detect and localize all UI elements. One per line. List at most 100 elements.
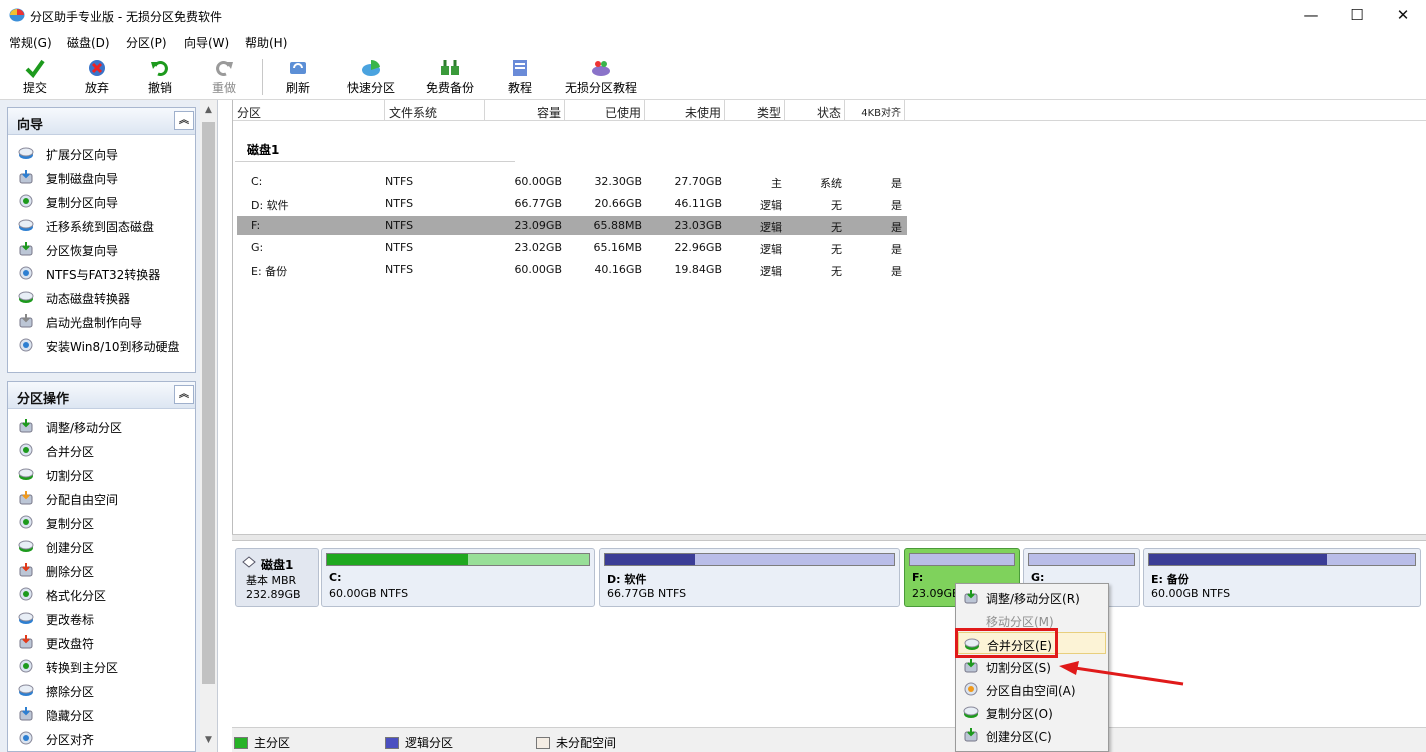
- collapse-button[interactable]: ︽: [174, 111, 194, 130]
- op-item-label: 擦除分区: [46, 685, 95, 699]
- menu-wizard[interactable]: 向导(W): [184, 34, 229, 51]
- wizard-item-label: NTFS与FAT32转换器: [46, 268, 161, 282]
- ops-title: 分区操作: [17, 392, 70, 407]
- partition-name: D: 软件: [607, 573, 647, 586]
- highlight-box: [955, 628, 1058, 658]
- table-cell: 主: [771, 177, 782, 190]
- table-cell: 逻辑: [760, 265, 782, 278]
- column-header[interactable]: 分区: [233, 100, 385, 120]
- table-cell: 22.96GB: [674, 241, 722, 254]
- wizard-item-label: 动态磁盘转换器: [46, 292, 131, 306]
- toolbar-separator: [262, 59, 263, 95]
- legend-swatch: [536, 737, 550, 749]
- op-item-label: 更改盘符: [46, 637, 95, 651]
- wizard-item-label: 扩展分区向导: [46, 148, 119, 162]
- tutorial-button[interactable]: 教程: [499, 56, 541, 98]
- column-header[interactable]: 4KB对齐: [845, 100, 905, 120]
- column-header[interactable]: 已使用: [565, 100, 645, 120]
- table-cell: 23.02GB: [514, 241, 562, 254]
- wizard-item-label: 复制磁盘向导: [46, 172, 119, 186]
- op-item-icon: [19, 587, 33, 601]
- table-cell: G:: [251, 241, 264, 254]
- context-menu-item[interactable]: 复制分区(O): [958, 701, 1106, 723]
- free-backup-label: 免费备份: [425, 81, 474, 95]
- usage-fill: [605, 554, 695, 565]
- op-item-icon: [18, 540, 34, 552]
- wizard-item-label: 启动光盘制作向导: [46, 316, 143, 330]
- lossless-tutorial-button[interactable]: 无损分区教程: [562, 56, 640, 98]
- table-cell: NTFS: [385, 219, 414, 232]
- table-cell: 是: [891, 177, 902, 190]
- scroll-down-icon[interactable]: ▼: [200, 732, 217, 748]
- op-item-icon: [19, 515, 33, 529]
- undo-button[interactable]: 撤销: [139, 56, 181, 98]
- disk-map: 磁盘1 基本 MBR 232.89GB C: 60.00GB NTFS D: 软件 6…: [232, 541, 1426, 727]
- table-cell: 60.00GB: [514, 263, 562, 276]
- table-cell: 逻辑: [760, 221, 782, 234]
- column-header[interactable]: 状态: [785, 100, 845, 120]
- table-cell: 是: [891, 265, 902, 278]
- quick-partition-icon: [362, 59, 380, 76]
- quick-partition-button[interactable]: 快速分区: [343, 56, 399, 98]
- menu-general[interactable]: 常规(G): [9, 34, 52, 51]
- discard-label: 放弃: [84, 81, 109, 95]
- op-item-label: 合并分区: [46, 445, 95, 459]
- left-panel: 向导 ︽ 扩展分区向导 复制磁盘向导 复制分区向导 迁移系统到固态磁盘 分区恢复向导 NTF…: [0, 100, 218, 752]
- backup-icon: [441, 60, 459, 75]
- table-cell: C:: [251, 175, 263, 188]
- title-bar: 分区助手专业版 - 无损分区免费软件 — ☐ ✕: [0, 0, 1426, 31]
- table-cell: 32.30GB: [594, 175, 642, 188]
- op-item-icon: [18, 684, 34, 696]
- refresh-icon: [290, 62, 306, 74]
- op-item-label: 切割分区: [46, 469, 95, 483]
- legend-label: 未分配空间: [556, 736, 617, 750]
- maximize-button[interactable]: ☐: [1334, 0, 1380, 31]
- partition-tile[interactable]: C: 60.00GB NTFS: [321, 548, 595, 607]
- table-cell: 是: [891, 199, 902, 212]
- op-item-label: 更改卷标: [46, 613, 95, 627]
- column-header[interactable]: 文件系统: [385, 100, 485, 120]
- wizard-item-icon: [18, 147, 34, 159]
- pane-splitter[interactable]: [232, 534, 1426, 541]
- close-button[interactable]: ✕: [1380, 0, 1426, 31]
- op-item-icon: [19, 707, 33, 721]
- partition-tile[interactable]: D: 软件 66.77GB NTFS: [599, 548, 900, 607]
- context-menu-item[interactable]: 创建分区(C): [958, 724, 1106, 746]
- partition-tile[interactable]: E: 备份 60.00GB NTFS: [1143, 548, 1421, 607]
- table-cell: 40.16GB: [594, 263, 642, 276]
- legend-unallocated: 未分配空间: [536, 734, 616, 751]
- context-menu-item[interactable]: 调整/移动分区(R): [958, 586, 1106, 608]
- legend-swatch: [385, 737, 399, 749]
- column-header[interactable]: 容量: [485, 100, 565, 120]
- column-header[interactable]: 未使用: [645, 100, 725, 120]
- partition-table: 分区 文件系统 容量 已使用 未使用 类型 状态 4KB对齐 磁盘1 C: NTFS 60.00G…: [232, 100, 1426, 534]
- menu-help[interactable]: 帮助(H): [245, 34, 287, 51]
- disk-name: 磁盘1: [261, 558, 294, 572]
- table-cell: NTFS: [385, 241, 414, 254]
- partition-info: 60.00GB NTFS: [329, 587, 409, 600]
- free-backup-button[interactable]: 免费备份: [422, 56, 478, 98]
- redo-button[interactable]: 重做: [203, 56, 245, 98]
- context-menu-label: 创建分区(C): [986, 730, 1052, 744]
- checkmark-icon: [25, 59, 45, 78]
- op-item-icon: [19, 419, 33, 433]
- column-header[interactable]: 类型: [725, 100, 785, 120]
- discard-button[interactable]: 放弃: [76, 56, 118, 98]
- partition-name: E: 备份: [1151, 573, 1189, 586]
- refresh-button[interactable]: 刷新: [277, 56, 319, 98]
- disk-info-tile[interactable]: 磁盘1 基本 MBR 232.89GB: [235, 548, 319, 607]
- table-cell: 系统: [820, 177, 842, 190]
- discard-icon: [89, 60, 105, 76]
- scroll-up-icon[interactable]: ▲: [200, 102, 217, 118]
- disk-type: 基本 MBR: [246, 574, 297, 587]
- table-cell: 65.16MB: [593, 241, 642, 254]
- menu-partition[interactable]: 分区(P): [126, 34, 167, 51]
- left-scrollbar[interactable]: ▲ ▼: [200, 100, 217, 752]
- scroll-thumb[interactable]: [202, 122, 215, 684]
- op-item-label: 创建分区: [46, 541, 95, 555]
- context-menu-icon: [964, 682, 978, 696]
- commit-button[interactable]: 提交: [14, 56, 56, 98]
- minimize-button[interactable]: —: [1288, 0, 1334, 31]
- menu-disk[interactable]: 磁盘(D): [67, 34, 110, 51]
- collapse-button[interactable]: ︽: [174, 385, 194, 404]
